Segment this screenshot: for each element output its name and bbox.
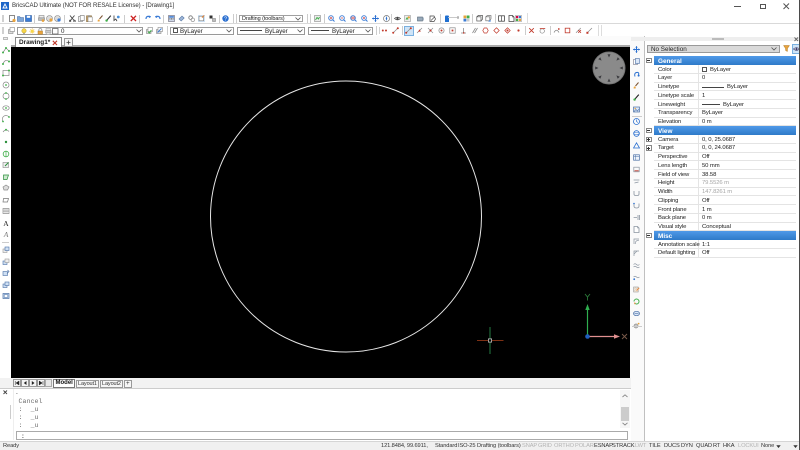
svg-text:A: A: [3, 219, 9, 227]
svg-text:?: ?: [224, 16, 227, 22]
svg-text:A: A: [2, 230, 8, 238]
